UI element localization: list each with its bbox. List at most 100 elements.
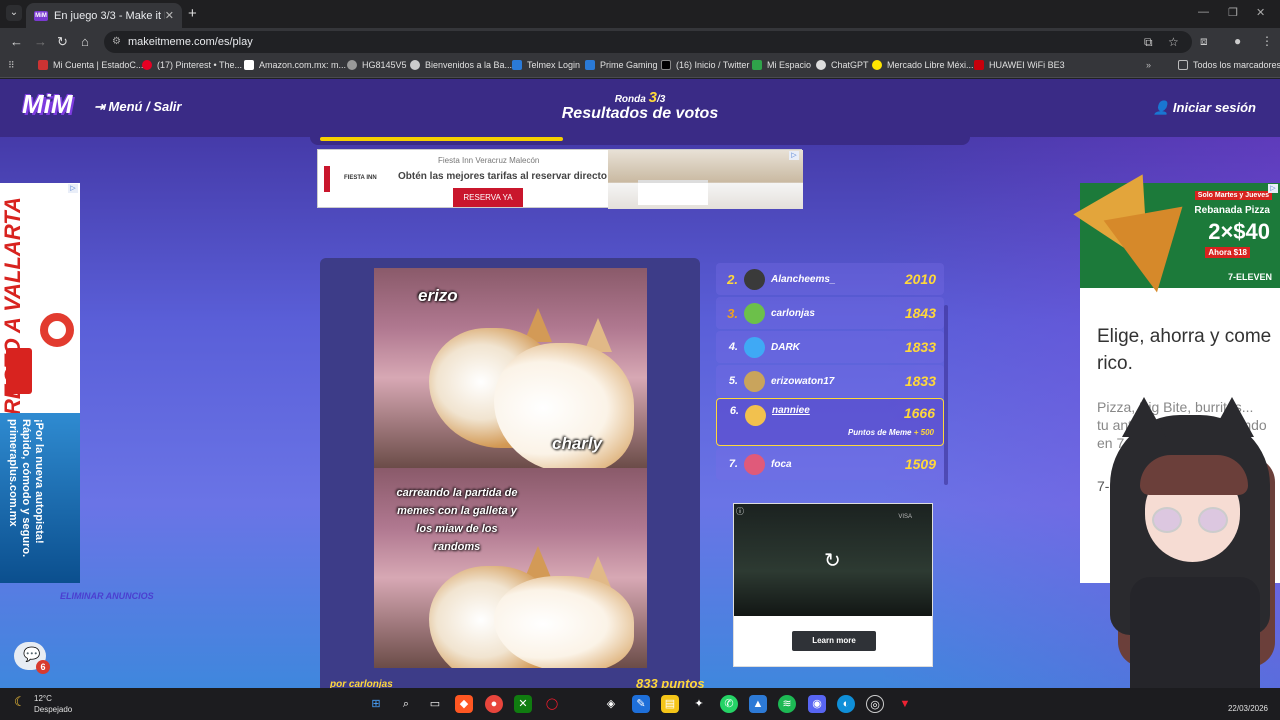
weather-desc: Despejado bbox=[34, 705, 73, 714]
bookmark-item[interactable]: (16) Inicio / Twitter bbox=[661, 60, 749, 70]
player-avatar bbox=[744, 302, 765, 324]
brave-icon[interactable]: ◆ bbox=[455, 695, 473, 713]
ad-promo-days: Solo Martes y Jueves bbox=[1194, 191, 1272, 200]
bookmark-item[interactable]: HUAWEI WiFi BE3 bbox=[974, 60, 1065, 70]
address-bar[interactable]: ⚙ makeitmeme.com/es/play ⧉ ☆ bbox=[104, 31, 1192, 53]
discord-icon[interactable]: ◉ bbox=[808, 695, 826, 713]
remove-ads-link[interactable]: ELIMINAR ANUNCIOS bbox=[60, 591, 154, 601]
bookmark-item[interactable]: Bienvenidos a la Ba... bbox=[410, 60, 512, 70]
minimize-icon[interactable]: — bbox=[1198, 6, 1209, 18]
avatar-body bbox=[1130, 577, 1260, 688]
leaderboard: 2. Alancheems_ 2010 3. carlonjas 1843 4.… bbox=[716, 263, 948, 483]
ad-sponsor-badge: VISA bbox=[898, 514, 912, 520]
reload-icon[interactable]: ↻ bbox=[57, 34, 68, 50]
learn-more-button[interactable]: Learn more bbox=[792, 631, 876, 651]
player-score: 1509 bbox=[904, 456, 936, 472]
ad-choices-icon[interactable]: ▷ bbox=[1268, 184, 1278, 193]
bookmark-item[interactable]: Telmex Login bbox=[512, 60, 580, 70]
photos-icon[interactable]: ▲ bbox=[749, 695, 767, 713]
leaderboard-row: 7. foca 1509 bbox=[716, 448, 944, 480]
cat-ear bbox=[1210, 397, 1254, 437]
close-window-icon[interactable]: ✕ bbox=[1256, 6, 1265, 19]
bookmark-item[interactable]: ChatGPT bbox=[816, 60, 869, 70]
start-icon[interactable]: ⊞ bbox=[367, 695, 385, 713]
ad-info-icon[interactable]: ⓘ bbox=[736, 506, 744, 517]
leaderboard-row: 4. DARK 1833 bbox=[716, 331, 944, 363]
install-icon[interactable]: ⧉ bbox=[1144, 31, 1153, 53]
ad-choices-icon[interactable]: ▷ bbox=[789, 151, 799, 160]
bookmark-item[interactable]: Prime Gaming bbox=[585, 60, 658, 70]
bookmark-star-icon[interactable]: ☆ bbox=[1168, 31, 1179, 53]
player-avatar bbox=[744, 268, 765, 290]
weather-widget[interactable]: ☾ 12°C Despejado bbox=[14, 693, 72, 715]
leaderboard-row-current-player: 6. nanniee 1666 Puntos de Meme + 500 bbox=[716, 398, 944, 446]
app-icon[interactable]: ✦ bbox=[690, 695, 708, 713]
all-bookmarks-folder[interactable]: Todos los marcadores bbox=[1178, 60, 1280, 70]
ad-tagline: Obtén las mejores tarifas al reservar di… bbox=[398, 171, 607, 182]
restore-icon[interactable]: ❐ bbox=[1228, 6, 1238, 19]
meme-points: 833 puntos bbox=[636, 676, 705, 688]
favicon-icon: MiM bbox=[34, 10, 48, 21]
menu-icon[interactable]: ⋮ bbox=[1261, 34, 1273, 48]
search-icon[interactable]: ⌕ bbox=[397, 695, 415, 713]
leaderboard-row: 2. Alancheems_ 2010 bbox=[716, 263, 944, 295]
bookmark-item[interactable]: Mi Espacio bbox=[752, 60, 811, 70]
extensions-icon[interactable]: ⧈ bbox=[1200, 34, 1208, 49]
chrome-icon[interactable]: ● bbox=[485, 695, 503, 713]
login-button[interactable]: 👤 Iniciar sesión bbox=[1153, 100, 1256, 116]
windows-taskbar: ☾ 12°C Despejado ⊞ ⌕ ▭ ◆ ● ✕ ◯ ◈ ✎ ▤ ✦ ✆… bbox=[0, 688, 1280, 720]
meme-caption: carreando la partida de memes con la gal… bbox=[396, 487, 518, 553]
ad-hotel-name: Fiesta Inn Veracruz Malecón bbox=[438, 156, 540, 165]
bookmark-item[interactable]: Mercado Libre Méxi... bbox=[872, 60, 974, 70]
ad-video-player[interactable]: VISA ↻ bbox=[734, 504, 932, 616]
player-score: 1833 bbox=[904, 339, 936, 355]
site-header: MiM ⇥ Menú / Salir Ronda 3/3 Resultados … bbox=[0, 79, 1280, 137]
player-name: foca bbox=[771, 458, 792, 470]
new-tab-icon[interactable]: + bbox=[188, 5, 197, 22]
back-icon[interactable]: ← bbox=[10, 34, 23, 49]
app-icon[interactable]: ▼ bbox=[896, 695, 914, 713]
ad-reserve-button[interactable]: RESERVA YA bbox=[453, 188, 523, 207]
forward-icon[interactable]: → bbox=[34, 34, 47, 49]
spotify-icon[interactable]: ≋ bbox=[778, 695, 796, 713]
file-explorer-icon[interactable]: ▤ bbox=[661, 695, 679, 713]
round-timer-fill bbox=[320, 137, 563, 141]
pizza-slice-image bbox=[1103, 206, 1197, 300]
site-info-icon[interactable]: ⚙ bbox=[112, 31, 121, 53]
replay-icon[interactable]: ↻ bbox=[824, 548, 841, 573]
hotel-banner-ad[interactable]: FIESTA INN Fiesta Inn Veracruz Malecón O… bbox=[317, 149, 803, 209]
opera-icon[interactable]: ◯ bbox=[543, 695, 561, 713]
player-avatar bbox=[744, 370, 765, 392]
edge-icon[interactable]: ◐ bbox=[837, 695, 855, 713]
tab-active[interactable]: MiM En juego 3/3 - Make it Meme ✕ bbox=[26, 3, 182, 28]
bookmark-item[interactable]: (17) Pinterest • The... bbox=[142, 60, 242, 70]
ad-body-text: ¡Por la nueva autopista! Rápido, cómodo … bbox=[7, 419, 45, 558]
chat-button[interactable]: 💬 6 bbox=[14, 642, 50, 674]
tab-search-icon[interactable]: ⌄ bbox=[6, 5, 22, 21]
profile-icon[interactable]: ● bbox=[1234, 34, 1241, 48]
bookmark-item[interactable]: Amazon.com.mx: m... bbox=[244, 60, 346, 70]
whatsapp-icon[interactable]: ✆ bbox=[720, 695, 738, 713]
bus-side-ad[interactable]: Viaja DIRECTO A VALLARTA ¡Por la nueva a… bbox=[0, 183, 80, 583]
player-name: erizowaton17 bbox=[771, 375, 835, 387]
ad-choices-icon[interactable]: ▷ bbox=[68, 184, 78, 193]
ad-brand-icon bbox=[6, 348, 32, 394]
taskbar-date: 22/03/2026 bbox=[1227, 704, 1268, 713]
more-bookmarks-icon[interactable]: » bbox=[1146, 60, 1151, 70]
meme-panel-top: erizo charly bbox=[374, 268, 647, 473]
task-view-icon[interactable]: ▭ bbox=[426, 695, 444, 713]
home-icon[interactable]: ⌂ bbox=[81, 34, 89, 49]
xbox-icon[interactable]: ✕ bbox=[514, 695, 532, 713]
weather-temp: 12°C bbox=[34, 694, 52, 703]
app-icon[interactable]: ◈ bbox=[602, 695, 620, 713]
apps-icon[interactable]: ⠿ bbox=[8, 60, 15, 71]
editor-icon[interactable]: ✎ bbox=[632, 695, 650, 713]
meme-label-top: erizo bbox=[418, 286, 458, 305]
close-tab-icon[interactable]: ✕ bbox=[165, 9, 174, 22]
video-ad[interactable]: VISA ↻ ⓘ Learn more bbox=[733, 503, 933, 667]
obs-icon[interactable]: ◎ bbox=[866, 695, 884, 713]
bookmark-item[interactable]: Mi Cuenta | EstadoC... bbox=[38, 60, 143, 70]
player-avatar bbox=[744, 336, 765, 358]
leaderboard-scrollbar[interactable] bbox=[944, 305, 948, 485]
bookmark-item[interactable]: HG8145V5 bbox=[347, 60, 407, 70]
